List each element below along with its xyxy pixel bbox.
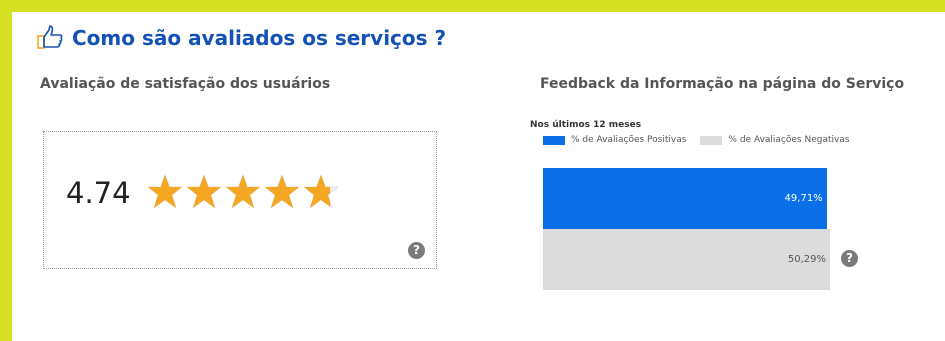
thumbs-up-icon	[36, 25, 66, 51]
rating-value: 4.74	[66, 176, 131, 210]
bar-label-negative: 50,29%	[787, 254, 826, 265]
legend-swatch-negative	[700, 135, 723, 145]
legend-label-negative: % de Avaliações Negativas	[728, 135, 850, 145]
help-icon[interactable]: ?	[841, 250, 858, 267]
legend-item-negative: % de Avaliações Negativas	[700, 135, 850, 145]
star-icon	[264, 174, 300, 209]
bar-positive: 49,71%	[543, 168, 827, 229]
star-icon	[147, 174, 183, 209]
feedback-period: Nos últimos 12 meses	[530, 120, 642, 130]
satisfaction-heading: Avaliação de satisfação dos usuários	[40, 76, 331, 92]
feedback-heading: Feedback da Informação na página do Serv…	[540, 76, 905, 92]
chart-legend: % de Avaliações Positivas % de Avaliaçõe…	[543, 135, 864, 145]
legend-label-positive: % de Avaliações Positivas	[571, 135, 687, 145]
bar-negative: 50,29%	[543, 229, 830, 290]
rating-box: 4.74 ?	[43, 131, 437, 269]
section-title: Como são avaliados os serviços ?	[36, 25, 446, 51]
legend-item-positive: % de Avaliações Positivas	[543, 135, 686, 145]
star-icon	[186, 174, 222, 209]
help-icon[interactable]: ?	[408, 242, 425, 259]
star-icon	[303, 174, 339, 209]
legend-swatch-positive	[543, 135, 565, 145]
star-icon	[225, 174, 261, 209]
content-panel: Como são avaliados os serviços ? Avaliaç…	[12, 12, 945, 341]
bar-label-positive: 49,71%	[784, 193, 823, 204]
feedback-bar-chart: 49,71% 50,29%	[543, 168, 830, 290]
section-title-text: Como são avaliados os serviços ?	[72, 26, 447, 50]
star-rating	[146, 174, 341, 210]
